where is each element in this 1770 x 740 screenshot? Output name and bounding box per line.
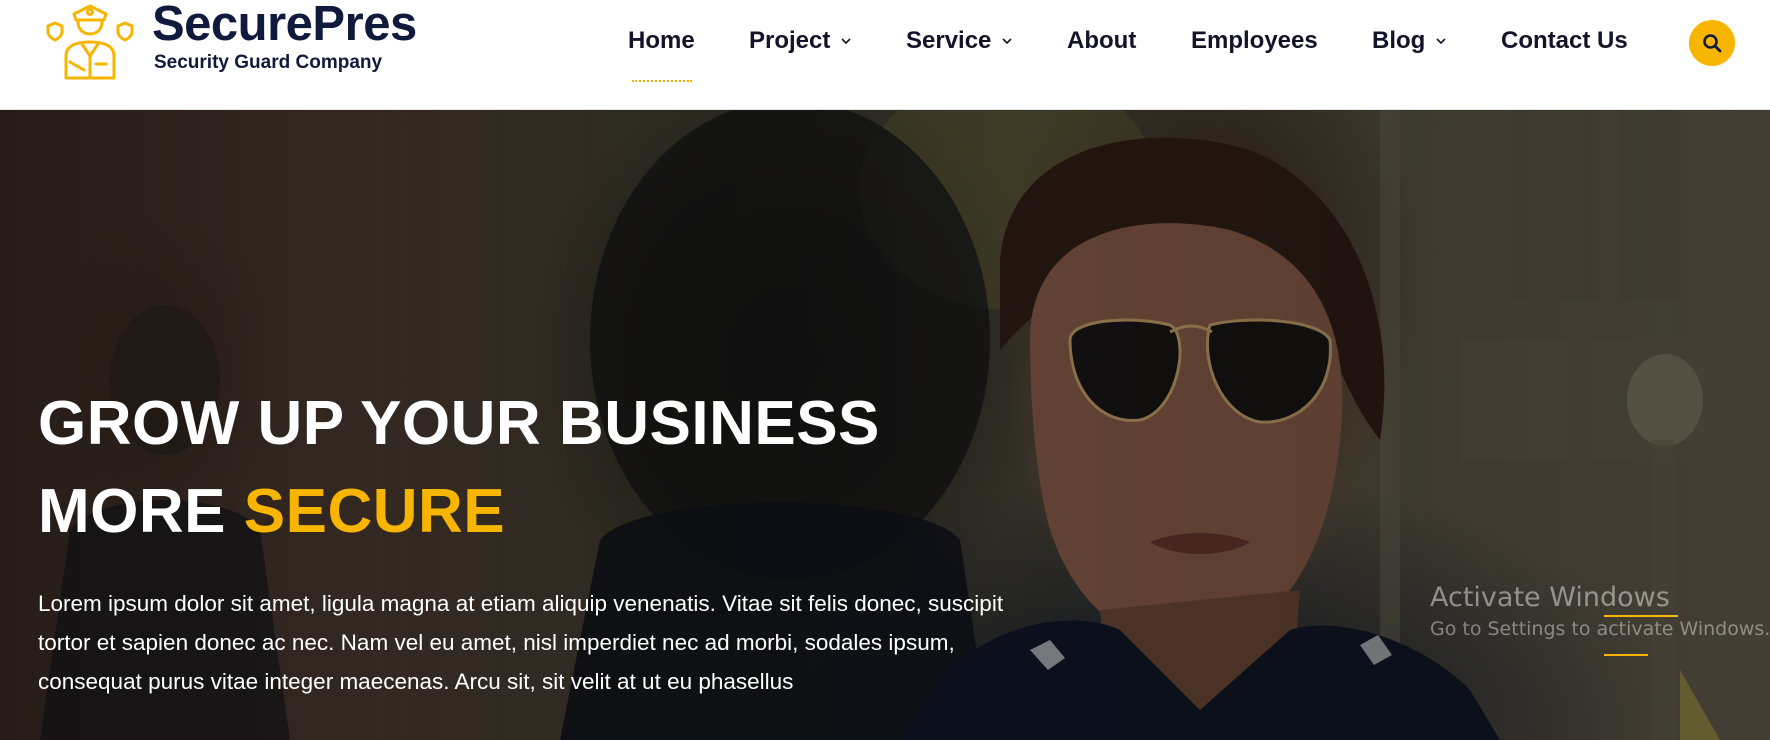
hero-heading-accent: SECURE xyxy=(243,477,506,546)
windows-activation-title: Activate Windows xyxy=(1430,582,1670,613)
nav-item-label: Project xyxy=(749,27,831,54)
nav-item-label: Home xyxy=(628,27,695,54)
active-nav-indicator xyxy=(632,80,692,82)
hero-heading-prefix: MORE xyxy=(38,477,244,546)
search-icon xyxy=(1703,34,1722,53)
nav-item-label: Blog xyxy=(1372,27,1426,54)
slider-indicator-1[interactable] xyxy=(1604,615,1678,617)
hero-heading-line2: MORE SECURE xyxy=(38,468,1138,556)
nav-item-home[interactable]: Home xyxy=(628,26,695,56)
nav-item-label: Service xyxy=(906,27,992,54)
nav-item-project[interactable]: Project xyxy=(749,26,854,56)
nav-item-label: Employees xyxy=(1191,27,1318,54)
nav-item-label: Contact Us xyxy=(1501,27,1628,54)
chevron-down-icon xyxy=(1436,38,1446,45)
nav-item-service[interactable]: Service xyxy=(906,26,1015,56)
hero-heading-line1: GROW UP YOUR BUSINESS xyxy=(38,389,880,458)
nav-item-blog[interactable]: Blog xyxy=(1372,26,1449,56)
nav-item-employees[interactable]: Employees xyxy=(1191,26,1318,56)
hero-heading: GROW UP YOUR BUSINESS MORE SECURE xyxy=(38,380,1138,556)
nav-item-about[interactable]: About xyxy=(1067,26,1136,56)
chevron-down-icon xyxy=(841,38,851,45)
main-navigation: Home Project Service About Employees Blo… xyxy=(0,0,1770,110)
windows-activation-subtitle: Go to Settings to activate Windows. xyxy=(1430,618,1770,640)
hero-banner: GROW UP YOUR BUSINESS MORE SECURE Lorem … xyxy=(0,110,1770,740)
hero-description: Lorem ipsum dolor sit amet, ligula magna… xyxy=(38,591,1004,694)
site-header: SecurePres Security Guard Company Home P… xyxy=(0,0,1770,110)
nav-item-label: About xyxy=(1067,27,1137,54)
nav-item-contact-us[interactable]: Contact Us xyxy=(1501,26,1628,56)
slider-indicator-2[interactable] xyxy=(1604,654,1648,656)
search-button[interactable] xyxy=(1689,20,1735,66)
chevron-down-icon xyxy=(1002,38,1012,45)
